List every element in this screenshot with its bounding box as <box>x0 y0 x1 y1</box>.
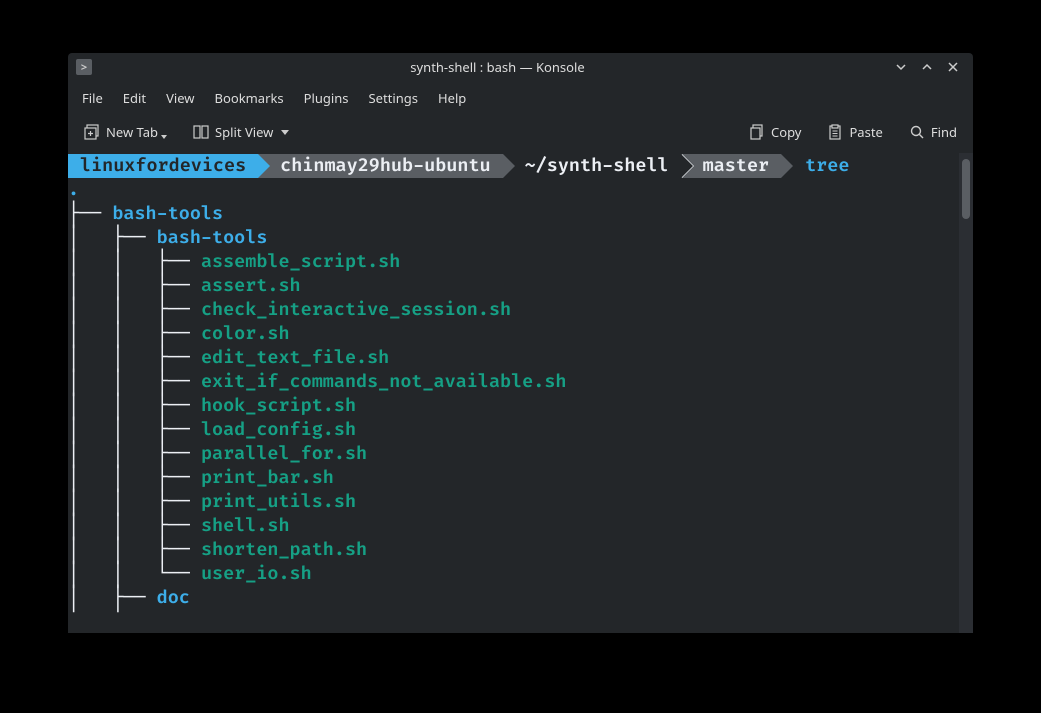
prompt-path: ~/synth-shell <box>525 154 669 177</box>
tree-entry: shorten_path.sh <box>201 538 367 561</box>
menu-edit[interactable]: Edit <box>113 85 156 111</box>
paste-label: Paste <box>849 123 882 141</box>
tree-entry: parallel_for.sh <box>201 442 367 465</box>
menu-plugins[interactable]: Plugins <box>294 85 359 111</box>
tree-line: │ │ ├── assemble_script.sh <box>68 250 959 274</box>
scrollbar[interactable] <box>959 153 973 633</box>
tree-line: │ │ ├── color.sh <box>68 322 959 346</box>
tree-entry: edit_text_file.sh <box>201 346 389 369</box>
tree-line: │ │ ├── check_interactive_session.sh <box>68 298 959 322</box>
find-label: Find <box>931 123 957 141</box>
tree-entry: assert.sh <box>201 274 301 297</box>
tree-entry: hook_script.sh <box>201 394 356 417</box>
find-button[interactable]: Find <box>903 119 963 145</box>
tree-line: │ │ ├── hook_script.sh <box>68 394 959 418</box>
tree-entry: load_config.sh <box>201 418 356 441</box>
copy-icon <box>749 124 765 140</box>
scrollbar-thumb[interactable] <box>962 159 970 219</box>
tree-entry: print_bar.sh <box>201 466 334 489</box>
tree-entry: bash-tools <box>112 202 223 225</box>
copy-button[interactable]: Copy <box>743 119 807 145</box>
tree-entry: exit_if_commands_not_available.sh <box>201 370 567 393</box>
tree-line: │ │ ├── parallel_for.sh <box>68 442 959 466</box>
tree-entry: shell.sh <box>201 514 290 537</box>
maximize-icon[interactable] <box>921 61 933 73</box>
titlebar[interactable]: synth-shell : bash — Konsole <box>68 53 973 81</box>
prompt-host-segment: chinmay29hub-ubuntu <box>258 154 502 178</box>
toolbar: New Tab Split View Copy Past <box>68 115 973 153</box>
tree-line: ├── bash-tools <box>68 202 959 226</box>
tree-line: │ │ ├── assert.sh <box>68 274 959 298</box>
tree-root: . <box>68 178 959 202</box>
menu-file[interactable]: File <box>72 85 113 111</box>
window-title: synth-shell : bash — Konsole <box>100 58 895 76</box>
app-icon <box>76 59 92 75</box>
tree-line: │ ├── bash-tools <box>68 226 959 250</box>
menu-view[interactable]: View <box>156 85 204 111</box>
menu-help[interactable]: Help <box>428 85 476 111</box>
tree-line: │ │ ├── exit_if_commands_not_available.s… <box>68 370 959 394</box>
command-text: tree <box>805 154 849 177</box>
tree-entry: color.sh <box>201 322 290 345</box>
menu-bookmarks[interactable]: Bookmarks <box>205 85 294 111</box>
close-icon[interactable] <box>947 61 959 73</box>
tree-entry: user_io.sh <box>201 562 312 585</box>
split-view-label: Split View <box>215 123 273 141</box>
tree-line: │ │ ├── print_bar.sh <box>68 466 959 490</box>
copy-label: Copy <box>771 123 801 141</box>
prompt-user-segment: linuxfordevices <box>68 154 258 178</box>
tree-line: │ │ ├── edit_text_file.sh <box>68 346 959 370</box>
minimize-icon[interactable] <box>895 61 907 73</box>
terminal-output[interactable]: linuxfordevices chinmay29hub-ubuntu ~/synt… <box>68 153 959 633</box>
prompt-path-segment: ~/synth-shell <box>503 154 681 178</box>
prompt-line: linuxfordevices chinmay29hub-ubuntu ~/synt… <box>68 154 959 178</box>
tree-line: │ │ ├── load_config.sh <box>68 418 959 442</box>
paste-icon <box>827 124 843 140</box>
menu-settings[interactable]: Settings <box>359 85 428 111</box>
new-tab-icon <box>84 124 100 140</box>
prompt-branch: master <box>703 154 769 177</box>
tree-line: │ ├── doc <box>68 586 959 610</box>
tree-line: │ │ └── user_io.sh <box>68 562 959 586</box>
menubar: File Edit View Bookmarks Plugins Setting… <box>68 81 973 115</box>
konsole-window: synth-shell : bash — Konsole File Edit V… <box>68 53 973 633</box>
tree-entry: check_interactive_session.sh <box>201 298 511 321</box>
prompt-branch-segment: master <box>681 154 781 178</box>
tree-entry: assemble_script.sh <box>201 250 400 273</box>
split-view-button[interactable]: Split View <box>187 119 295 145</box>
search-icon <box>909 124 925 140</box>
prompt-user: linuxfordevices <box>80 154 246 177</box>
chevron-down-icon[interactable] <box>281 130 289 135</box>
paste-button[interactable]: Paste <box>821 119 888 145</box>
tree-entry: doc <box>157 586 190 609</box>
new-tab-button[interactable]: New Tab <box>78 119 173 145</box>
tree-line: │ │ ├── shorten_path.sh <box>68 538 959 562</box>
chevron-down-icon[interactable] <box>161 135 167 139</box>
tree-line: │ │ ├── print_utils.sh <box>68 490 959 514</box>
new-tab-label: New Tab <box>106 123 158 141</box>
tree-entry: bash-tools <box>157 226 268 249</box>
tree-line: │ │ ├── shell.sh <box>68 514 959 538</box>
tree-entry: print_utils.sh <box>201 490 356 513</box>
prompt-host: chinmay29hub-ubuntu <box>280 154 490 177</box>
split-view-icon <box>193 124 209 140</box>
